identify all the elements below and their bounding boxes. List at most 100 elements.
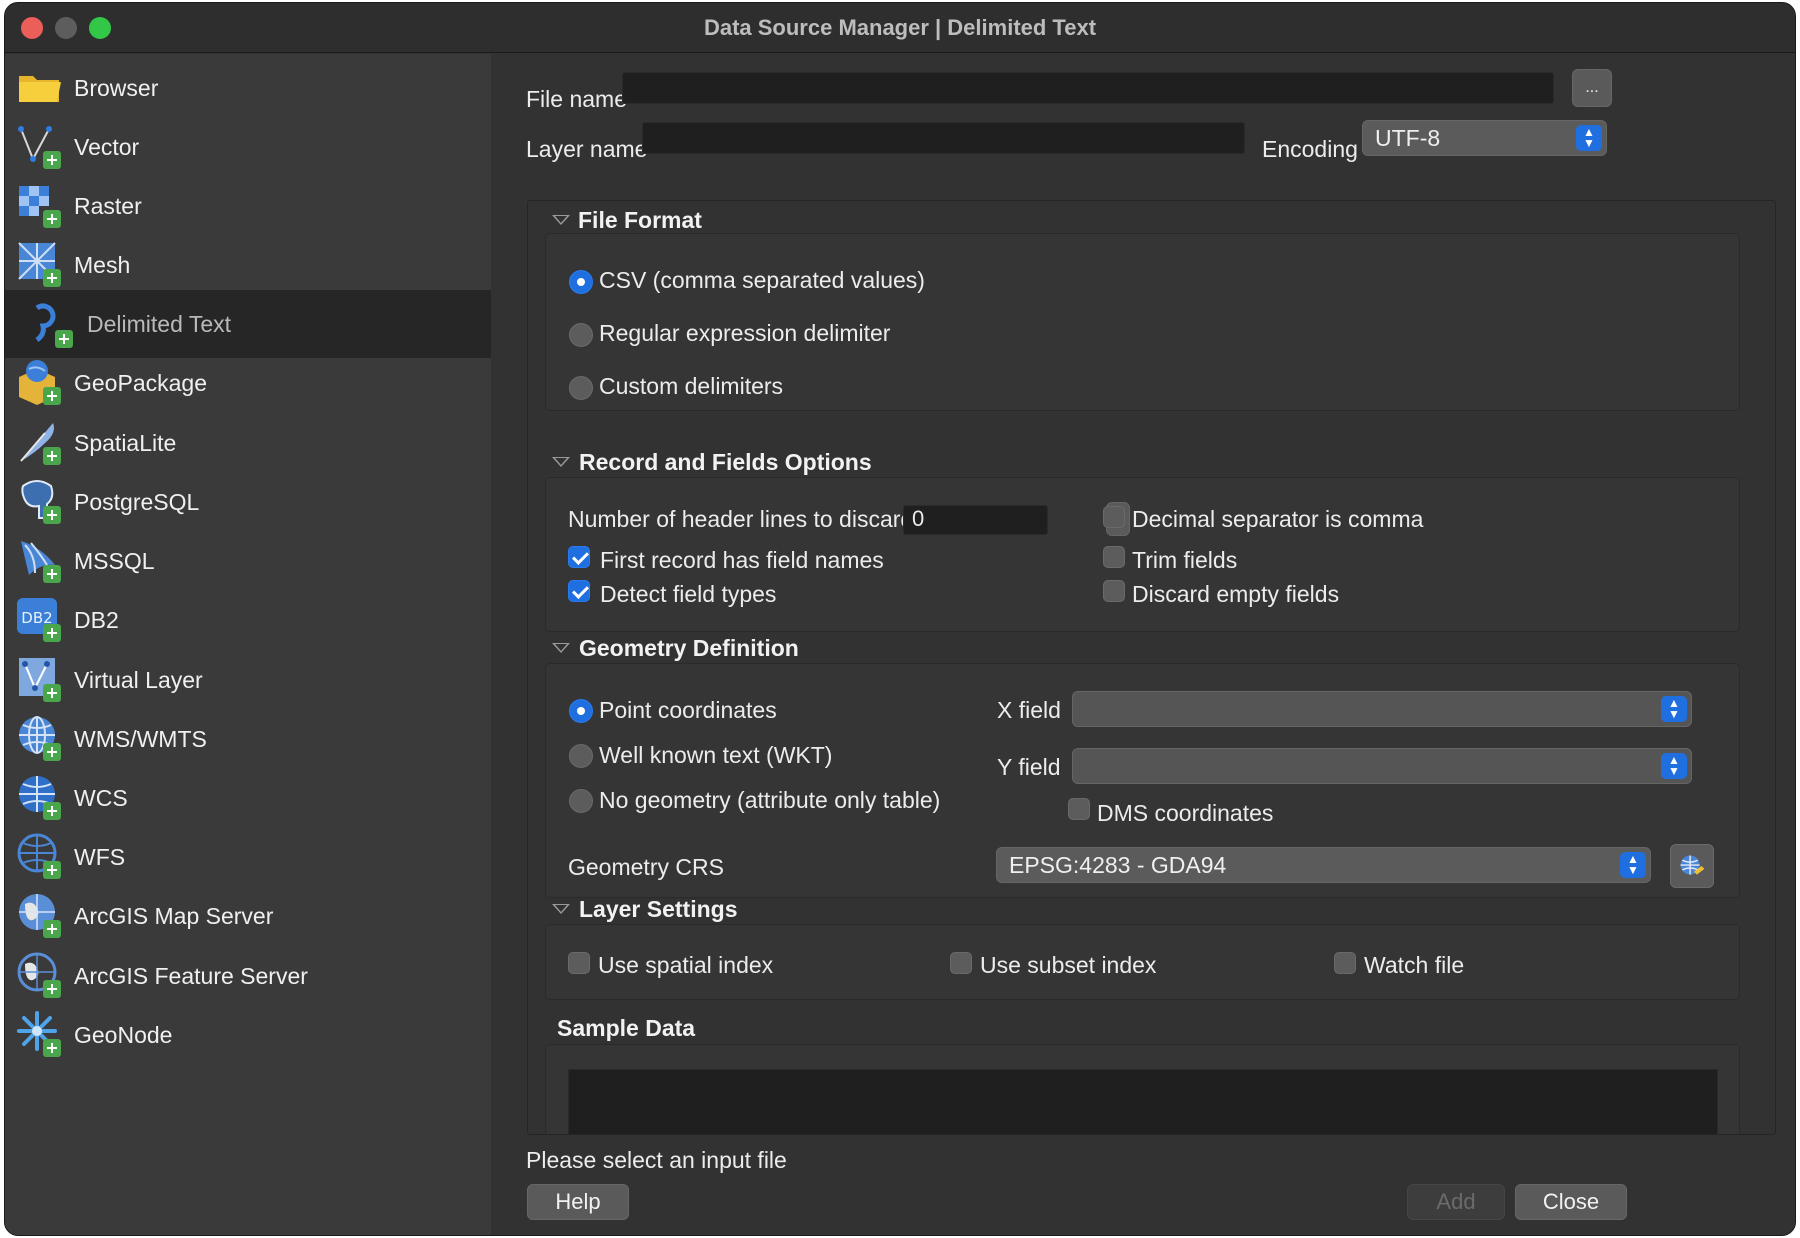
add-badge-icon: [43, 743, 61, 761]
add-badge-icon: [43, 920, 61, 938]
x-field-select[interactable]: ▲ ▼: [1072, 691, 1692, 727]
sidebar-item-postgresql[interactable]: PostgreSQL: [5, 468, 491, 536]
sidebar-item-geonode[interactable]: GeoNode: [5, 1001, 491, 1069]
no-geometry-radio[interactable]: [569, 789, 593, 813]
updown-chevron-icon: ▲ ▼: [1620, 852, 1646, 878]
collapse-triangle-icon[interactable]: [552, 215, 570, 225]
data-source-manager-window: Data Source Manager | Delimited Text Bro…: [4, 2, 1796, 1236]
add-badge-icon: [43, 1039, 61, 1057]
sidebar-item-mesh[interactable]: Mesh: [5, 231, 491, 299]
sample-data-table[interactable]: [568, 1069, 1718, 1134]
discard-empty-label: Discard empty fields: [1132, 581, 1340, 607]
dms-label: DMS coordinates: [1097, 800, 1274, 826]
geometry-group: Point coordinates Well known text (WKT) …: [545, 663, 1740, 898]
subset-index-label: Use subset index: [980, 952, 1157, 978]
add-badge-icon: [43, 387, 61, 405]
record-options-title[interactable]: Record and Fields Options: [579, 449, 872, 476]
source-sidebar: Browser Vector Raster Mesh Delimited Tex…: [5, 54, 491, 1235]
sidebar-item-label: MSSQL: [74, 547, 155, 574]
y-field-label: Y field: [997, 754, 1061, 780]
sidebar-item-raster[interactable]: Raster: [5, 172, 491, 240]
collapse-triangle-icon[interactable]: [552, 643, 570, 653]
globe-icon: [1680, 855, 1705, 875]
sidebar-item-label: Raster: [74, 192, 142, 219]
crs-label: Geometry CRS: [568, 854, 724, 880]
detect-types-checkbox[interactable]: [568, 580, 590, 602]
custom-delimiters-radio[interactable]: [569, 376, 593, 400]
point-coordinates-label: Point coordinates: [599, 697, 777, 723]
sidebar-item-mssql[interactable]: MSSQL: [5, 527, 491, 595]
sidebar-item-browser[interactable]: Browser: [5, 54, 491, 122]
record-options-group: Number of header lines to discard 0 ▲▼ D…: [545, 477, 1740, 632]
file-name-input[interactable]: [622, 72, 1554, 104]
collapse-triangle-icon[interactable]: [552, 904, 570, 914]
add-badge-icon: [43, 151, 61, 169]
add-badge-icon: [43, 269, 61, 287]
decimal-comma-checkbox[interactable]: [1103, 506, 1125, 528]
sidebar-item-label: WMS/WMTS: [74, 725, 207, 752]
trim-fields-label: Trim fields: [1132, 547, 1238, 573]
layer-name-input[interactable]: [642, 122, 1245, 154]
geometry-title[interactable]: Geometry Definition: [579, 635, 799, 662]
regex-radio[interactable]: [569, 323, 593, 347]
sidebar-item-label: SpatiaLite: [74, 429, 177, 456]
csv-radio[interactable]: [569, 270, 593, 294]
sidebar-item-db2[interactable]: DB2 DB2: [5, 586, 491, 654]
sidebar-item-arcgis-map-server[interactable]: ArcGIS Map Server: [5, 882, 491, 950]
status-message: Please select an input file: [526, 1147, 787, 1173]
add-button[interactable]: Add: [1407, 1184, 1505, 1220]
dms-checkbox[interactable]: [1068, 798, 1090, 820]
spatial-index-checkbox[interactable]: [568, 952, 590, 974]
add-badge-icon: [55, 330, 73, 348]
add-badge-icon: [43, 624, 61, 642]
watch-file-checkbox[interactable]: [1334, 952, 1356, 974]
file-format-title[interactable]: File Format: [578, 207, 702, 234]
updown-chevron-icon: ▲ ▼: [1661, 696, 1687, 722]
decimal-comma-label: Decimal separator is comma: [1132, 506, 1424, 532]
sample-data-title: Sample Data: [557, 1015, 696, 1041]
wkt-radio[interactable]: [569, 744, 593, 768]
crs-selector-button[interactable]: [1670, 844, 1714, 888]
collapse-triangle-icon[interactable]: [552, 457, 570, 467]
trim-fields-checkbox[interactable]: [1103, 546, 1125, 568]
add-badge-icon: [43, 506, 61, 524]
header-lines-label: Number of header lines to discard: [568, 506, 914, 532]
first-record-checkbox[interactable]: [568, 546, 590, 568]
close-button[interactable]: Close: [1515, 1184, 1627, 1220]
sidebar-item-wfs[interactable]: WFS: [5, 823, 491, 891]
sidebar-item-label: Mesh: [74, 251, 131, 278]
y-field-select[interactable]: ▲ ▼: [1072, 748, 1692, 784]
crs-select[interactable]: EPSG:4283 - GDA94 ▲ ▼: [996, 847, 1651, 883]
layer-settings-group: Use spatial index Use subset index Watch…: [545, 924, 1740, 1000]
add-badge-icon: [43, 210, 61, 228]
subset-index-checkbox[interactable]: [950, 952, 972, 974]
spatial-index-label: Use spatial index: [598, 952, 774, 978]
updown-chevron-icon: ▲ ▼: [1661, 753, 1687, 779]
encoding-value: UTF-8: [1375, 124, 1441, 151]
sidebar-item-geopackage[interactable]: GeoPackage: [5, 349, 491, 417]
window-title: Data Source Manager | Delimited Text: [703, 15, 1097, 40]
folder-icon: [19, 76, 61, 102]
point-coordinates-radio[interactable]: [569, 699, 593, 723]
sidebar-item-arcgis-feature-server[interactable]: ArcGIS Feature Server: [5, 942, 491, 1010]
sidebar-item-wms-wmts[interactable]: WMS/WMTS: [5, 705, 491, 773]
sidebar-item-virtual-layer[interactable]: Virtual Layer: [5, 646, 491, 714]
browse-button[interactable]: ...: [1572, 69, 1612, 107]
sidebar-item-label: WCS: [74, 784, 128, 811]
layer-name-label: Layer name: [526, 136, 648, 162]
encoding-select[interactable]: UTF-8 ▲ ▼: [1362, 120, 1607, 156]
options-scroll-area[interactable]: File Format CSV (comma separated values)…: [527, 200, 1776, 1135]
sidebar-item-label: WFS: [74, 843, 126, 870]
sidebar-item-wcs[interactable]: WCS: [5, 764, 491, 832]
discard-empty-checkbox[interactable]: [1103, 580, 1125, 602]
detect-types-label: Detect field types: [600, 581, 777, 607]
sidebar-item-label: Virtual Layer: [74, 666, 203, 693]
help-button[interactable]: Help: [527, 1184, 629, 1220]
sidebar-item-vector[interactable]: Vector: [5, 113, 491, 181]
add-badge-icon: [43, 861, 61, 879]
sidebar-item-delimited-text[interactable]: Delimited Text: [5, 290, 491, 358]
header-lines-input[interactable]: 0: [903, 505, 1048, 535]
layer-settings-title[interactable]: Layer Settings: [579, 896, 738, 923]
sidebar-item-spatialite[interactable]: SpatiaLite: [5, 409, 491, 477]
sidebar-item-label: Delimited Text: [87, 310, 232, 337]
